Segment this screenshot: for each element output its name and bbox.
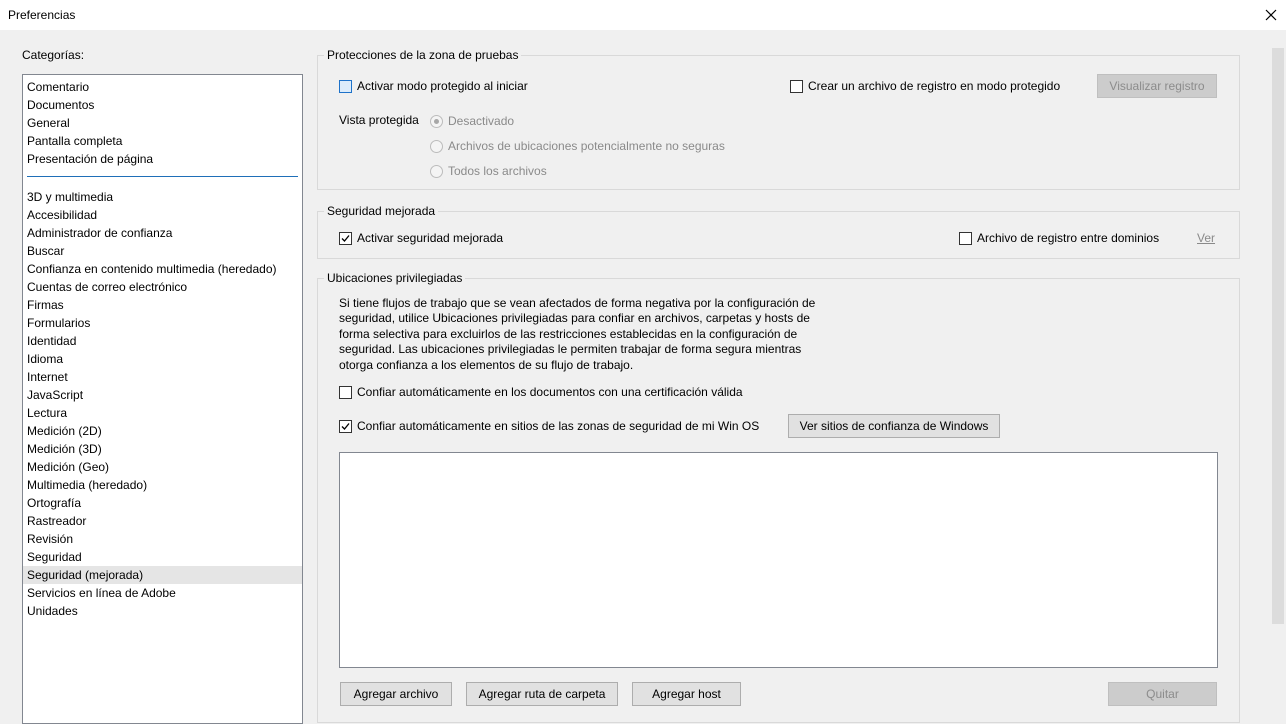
categories-list[interactable]: Comentario Documentos General Pantalla comp…	[22, 74, 303, 724]
categories-label: Categorías:	[22, 48, 85, 62]
trust-certified-checkbox[interactable]: Confiar automáticamente en los documento…	[339, 385, 743, 399]
category-item[interactable]: Idioma	[23, 350, 302, 368]
category-item[interactable]: Identidad	[23, 332, 302, 350]
categories-separator	[27, 176, 298, 177]
protected-view-option-label: Desactivado	[448, 114, 515, 128]
remove-button[interactable]: Quitar	[1108, 682, 1217, 706]
protected-view-option-off[interactable]: Desactivado	[430, 114, 514, 128]
category-item[interactable]: JavaScript	[23, 386, 302, 404]
category-item[interactable]: Seguridad (mejorada)	[23, 566, 302, 584]
title-bar: Preferencias	[0, 0, 1286, 30]
check-icon	[341, 234, 350, 242]
trust-win-zones-checkbox[interactable]: Confiar automáticamente en sitios de las…	[339, 419, 759, 433]
protected-log-checkbox[interactable]: Crear un archivo de registro en modo pro…	[790, 79, 1060, 93]
category-item[interactable]: Administrador de confianza	[23, 224, 302, 242]
privileged-locations-title: Ubicaciones privilegiadas	[324, 271, 466, 285]
category-item[interactable]: Cuentas de correo electrónico	[23, 278, 302, 296]
category-item[interactable]: Firmas	[23, 296, 302, 314]
privileged-locations-list[interactable]	[339, 452, 1218, 668]
close-icon	[1265, 9, 1277, 21]
category-item[interactable]: Accesibilidad	[23, 206, 302, 224]
category-item[interactable]: Pantalla completa	[23, 132, 302, 150]
close-button[interactable]	[1256, 0, 1286, 30]
category-item[interactable]: Comentario	[23, 78, 302, 96]
enhanced-security-label: Activar seguridad mejorada	[357, 231, 504, 245]
protected-view-option-unsafe[interactable]: Archivos de ubicaciones potencialmente n…	[430, 139, 725, 153]
checkbox-box	[339, 385, 352, 399]
description-line: seguridad. Las ubicaciones privilegiadas…	[339, 342, 802, 357]
category-item[interactable]: Medición (2D)	[23, 422, 302, 440]
checkbox-box	[339, 231, 352, 245]
protected-mode-label: Activar modo protegido al iniciar	[357, 79, 528, 93]
category-item[interactable]: Multimedia (heredado)	[23, 476, 302, 494]
add-file-button[interactable]: Agregar archivo	[340, 682, 452, 706]
add-host-button[interactable]: Agregar host	[632, 682, 741, 706]
category-item[interactable]: Buscar	[23, 242, 302, 260]
category-item[interactable]: Seguridad	[23, 548, 302, 566]
radio-dot	[430, 139, 443, 153]
category-item[interactable]: Servicios en línea de Adobe	[23, 584, 302, 602]
description-line: forma selectiva para excluirlos de las r…	[339, 326, 798, 341]
category-item[interactable]: Medición (Geo)	[23, 458, 302, 476]
cross-domain-log-checkbox[interactable]: Archivo de registro entre dominios	[959, 231, 1159, 245]
category-item[interactable]: 3D y multimedia	[23, 188, 302, 206]
window-title: Preferencias	[8, 8, 76, 22]
privileged-description: Si tiene flujos de trabajo que se vean a…	[339, 296, 819, 373]
protected-view-label: Vista protegida	[339, 113, 419, 127]
description-line: otorga confianza a los elementos de su f…	[339, 357, 634, 372]
category-item[interactable]: Presentación de página	[23, 150, 302, 168]
radio-dot	[430, 164, 443, 178]
category-item[interactable]: Lectura	[23, 404, 302, 422]
check-icon	[341, 422, 350, 430]
protected-mode-checkbox[interactable]: Activar modo protegido al iniciar	[339, 79, 528, 93]
category-item[interactable]: Formularios	[23, 314, 302, 332]
category-item[interactable]: Confianza en contenido multimedia (hered…	[23, 260, 302, 278]
cross-domain-log-label: Archivo de registro entre dominios	[977, 231, 1160, 245]
category-item[interactable]: Medición (3D)	[23, 440, 302, 458]
scrollbar-thumb[interactable]	[1272, 48, 1284, 624]
checkbox-box	[790, 79, 803, 93]
protected-log-label: Crear un archivo de registro en modo pro…	[808, 79, 1061, 93]
category-item[interactable]: Ortografía	[23, 494, 302, 512]
category-item[interactable]: Documentos	[23, 96, 302, 114]
description-line: Si tiene flujos de trabajo que se vean a…	[339, 296, 816, 310]
view-log-button[interactable]: Visualizar registro	[1097, 74, 1217, 98]
enhanced-security-title: Seguridad mejorada	[324, 204, 439, 218]
sandbox-protections-title: Protecciones de la zona de pruebas	[324, 48, 522, 62]
protected-view-option-all[interactable]: Todos los archivos	[430, 164, 547, 178]
checkbox-box	[339, 419, 352, 433]
protected-view-option-label: Todos los archivos	[448, 164, 547, 178]
description-line: seguridad, utilice Ubicaciones privilegi…	[339, 311, 810, 326]
trust-certified-label: Confiar automáticamente en los documento…	[357, 385, 743, 399]
enhanced-security-checkbox[interactable]: Activar seguridad mejorada	[339, 231, 503, 245]
view-cross-domain-link[interactable]: Ver	[1197, 231, 1215, 245]
trust-win-zones-label: Confiar automáticamente en sitios de las…	[357, 419, 760, 433]
protected-view-option-label: Archivos de ubicaciones potencialmente n…	[448, 139, 725, 153]
add-folder-button[interactable]: Agregar ruta de carpeta	[466, 682, 618, 706]
view-windows-sites-button[interactable]: Ver sitios de confianza de Windows	[788, 414, 1000, 438]
checkbox-box	[959, 231, 972, 245]
category-item[interactable]: Unidades	[23, 602, 302, 620]
category-item[interactable]: Revisión	[23, 530, 302, 548]
category-item[interactable]: Rastreador	[23, 512, 302, 530]
radio-dot	[430, 114, 443, 128]
category-item[interactable]: Internet	[23, 368, 302, 386]
category-item[interactable]: General	[23, 114, 302, 132]
checkbox-box	[339, 79, 352, 93]
